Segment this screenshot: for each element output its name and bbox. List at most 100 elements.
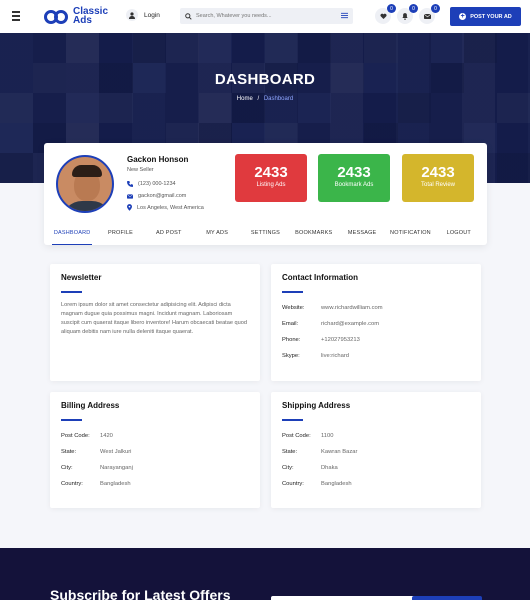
row-key: Phone:	[282, 337, 301, 343]
profile-card: Gackon Honson New Seller (123) 000-1234 …	[44, 143, 487, 245]
title-underline	[282, 291, 303, 293]
contact-row-skype: Skype: live:richard	[282, 348, 472, 364]
website-value[interactable]: www.richardwilliam.com	[321, 305, 383, 311]
profile-email: gackon@gmail.com	[127, 193, 186, 199]
tab-my-ads[interactable]: MY ADS	[193, 227, 241, 245]
breadcrumb-home[interactable]: Home	[237, 96, 253, 102]
shipping-address-card: Shipping Address Post Code: 1100 State: Ka…	[271, 392, 481, 508]
dashboard-tabs: DASHBOARD PROFILE AD POST MY ADS SETTING…	[44, 227, 487, 245]
contact-row-phone: Phone: +12027953213	[282, 332, 472, 348]
stat-value: 2433	[421, 164, 455, 181]
notifications-button[interactable]: 0	[397, 4, 418, 24]
billing-row-postcode: Post Code: 1420	[61, 428, 251, 444]
filter-icon[interactable]	[341, 12, 348, 19]
profile-name: Gackon Honson	[127, 155, 189, 164]
post-your-ad-button[interactable]: + POST YOUR AD	[450, 7, 521, 26]
billing-row-state: State: West Jalkuri	[61, 444, 251, 460]
favorites-button[interactable]: 0	[375, 4, 396, 24]
shipping-row-country: Country: Bangladesh	[282, 476, 472, 492]
tab-notification[interactable]: NOTIFICATION	[386, 227, 434, 245]
login-link[interactable]: Login	[126, 9, 160, 21]
phone-icon	[127, 181, 133, 187]
heart-icon	[380, 13, 386, 19]
notifications-count-badge: 0	[409, 4, 418, 13]
tab-bookmarks[interactable]: BOOKMARKS	[290, 227, 338, 245]
tab-ad-post[interactable]: AD POST	[145, 227, 193, 245]
email-value[interactable]: richard@example.com	[321, 321, 379, 327]
row-key: Post Code:	[61, 433, 90, 439]
profile-role: New Seller	[127, 167, 154, 173]
user-icon	[126, 9, 138, 21]
stat-label: Listing Ads	[256, 182, 286, 188]
row-key: Country:	[61, 481, 83, 487]
phone-value: +12027953213	[321, 337, 360, 343]
newsletter-card: Newsletter Lorem ipsum dolor sit amet co…	[50, 264, 260, 381]
tab-dashboard[interactable]: DASHBOARD	[48, 227, 96, 245]
stat-listing-ads[interactable]: 2433 Listing Ads	[235, 154, 307, 202]
tab-profile[interactable]: PROFILE	[96, 227, 144, 245]
breadcrumb: Home / Dashboard	[0, 96, 530, 102]
row-key: Website:	[282, 305, 305, 311]
title-underline	[282, 419, 303, 421]
search-input[interactable]	[196, 13, 336, 19]
breadcrumb-current: Dashboard	[263, 96, 294, 102]
page-title: DASHBOARD	[214, 71, 316, 88]
row-key: City:	[282, 465, 294, 471]
row-key: City:	[61, 465, 73, 471]
newsletter-text: Lorem ipsum dolor sit amet consectetur a…	[61, 302, 247, 335]
billing-title: Billing Address	[61, 401, 120, 410]
location-pin-icon	[127, 204, 132, 211]
row-value: West Jalkuri	[100, 449, 132, 455]
plus-icon: +	[459, 13, 467, 20]
shipping-rows: Post Code: 1100 State: Kawran Bazar City: D…	[282, 428, 472, 492]
contact-info-card: Contact Information Website: www.richardw…	[271, 264, 481, 381]
subscribe-section: Subscribe for Latest Offers	[0, 548, 530, 600]
billing-row-country: Country: Bangladesh	[61, 476, 251, 492]
stat-value: 2433	[337, 164, 371, 181]
subscribe-title: Subscribe for Latest Offers	[50, 587, 231, 600]
subscribe-button[interactable]	[412, 596, 482, 600]
shipping-row-city: City: Dhaka	[282, 460, 472, 476]
billing-rows: Post Code: 1420 State: West Jalkuri City: N…	[61, 428, 251, 492]
row-key: State:	[282, 449, 298, 455]
title-underline	[61, 291, 82, 293]
logo[interactable]: Classic Ads	[44, 7, 108, 26]
row-key: Skype:	[282, 353, 300, 359]
stat-bookmark-ads[interactable]: 2433 Bookmark Ads	[318, 154, 390, 202]
row-value: 1100	[321, 433, 334, 439]
tab-message[interactable]: MESSAGE	[338, 227, 386, 245]
row-value: Bangladesh	[321, 481, 352, 487]
newsletter-title: Newsletter	[61, 273, 102, 282]
profile-location: Los Angeles, West America	[127, 204, 204, 211]
logo-text: Classic Ads	[73, 7, 108, 26]
top-navbar: Classic Ads Login 0 0 0 + POST YOUR AD	[0, 0, 530, 33]
row-key: State:	[61, 449, 77, 455]
profile-phone-text: (123) 000-1234	[138, 181, 176, 187]
logo-mark	[44, 7, 70, 25]
envelope-icon	[127, 193, 133, 199]
menu-icon[interactable]	[12, 11, 24, 21]
search-icon	[185, 12, 192, 20]
row-value: Narayanganj	[100, 465, 133, 471]
stat-value: 2433	[254, 164, 288, 181]
shipping-title: Shipping Address	[282, 401, 351, 410]
login-label: Login	[144, 11, 160, 19]
stat-total-review[interactable]: 2433 Total Review	[402, 154, 474, 202]
stat-label: Total Review	[420, 182, 455, 188]
messages-button[interactable]: 0	[419, 4, 440, 24]
search-bar	[180, 8, 353, 24]
contact-row-website: Website: www.richardwilliam.com	[282, 300, 472, 316]
row-value: Bangladesh	[100, 481, 131, 487]
row-key: Email:	[282, 321, 299, 327]
breadcrumb-separator: /	[257, 96, 260, 102]
row-key: Country:	[282, 481, 304, 487]
avatar[interactable]	[56, 155, 114, 213]
row-value: 1420	[100, 433, 113, 439]
post-your-ad-label: POST YOUR AD	[470, 13, 512, 20]
stat-label: Bookmark Ads	[334, 182, 374, 188]
tab-settings[interactable]: SETTINGS	[241, 227, 289, 245]
skype-value: live:richard	[321, 353, 350, 359]
messages-count-badge: 0	[431, 4, 440, 13]
contact-title: Contact Information	[282, 273, 358, 282]
tab-logout[interactable]: LOGOUT	[435, 227, 483, 245]
